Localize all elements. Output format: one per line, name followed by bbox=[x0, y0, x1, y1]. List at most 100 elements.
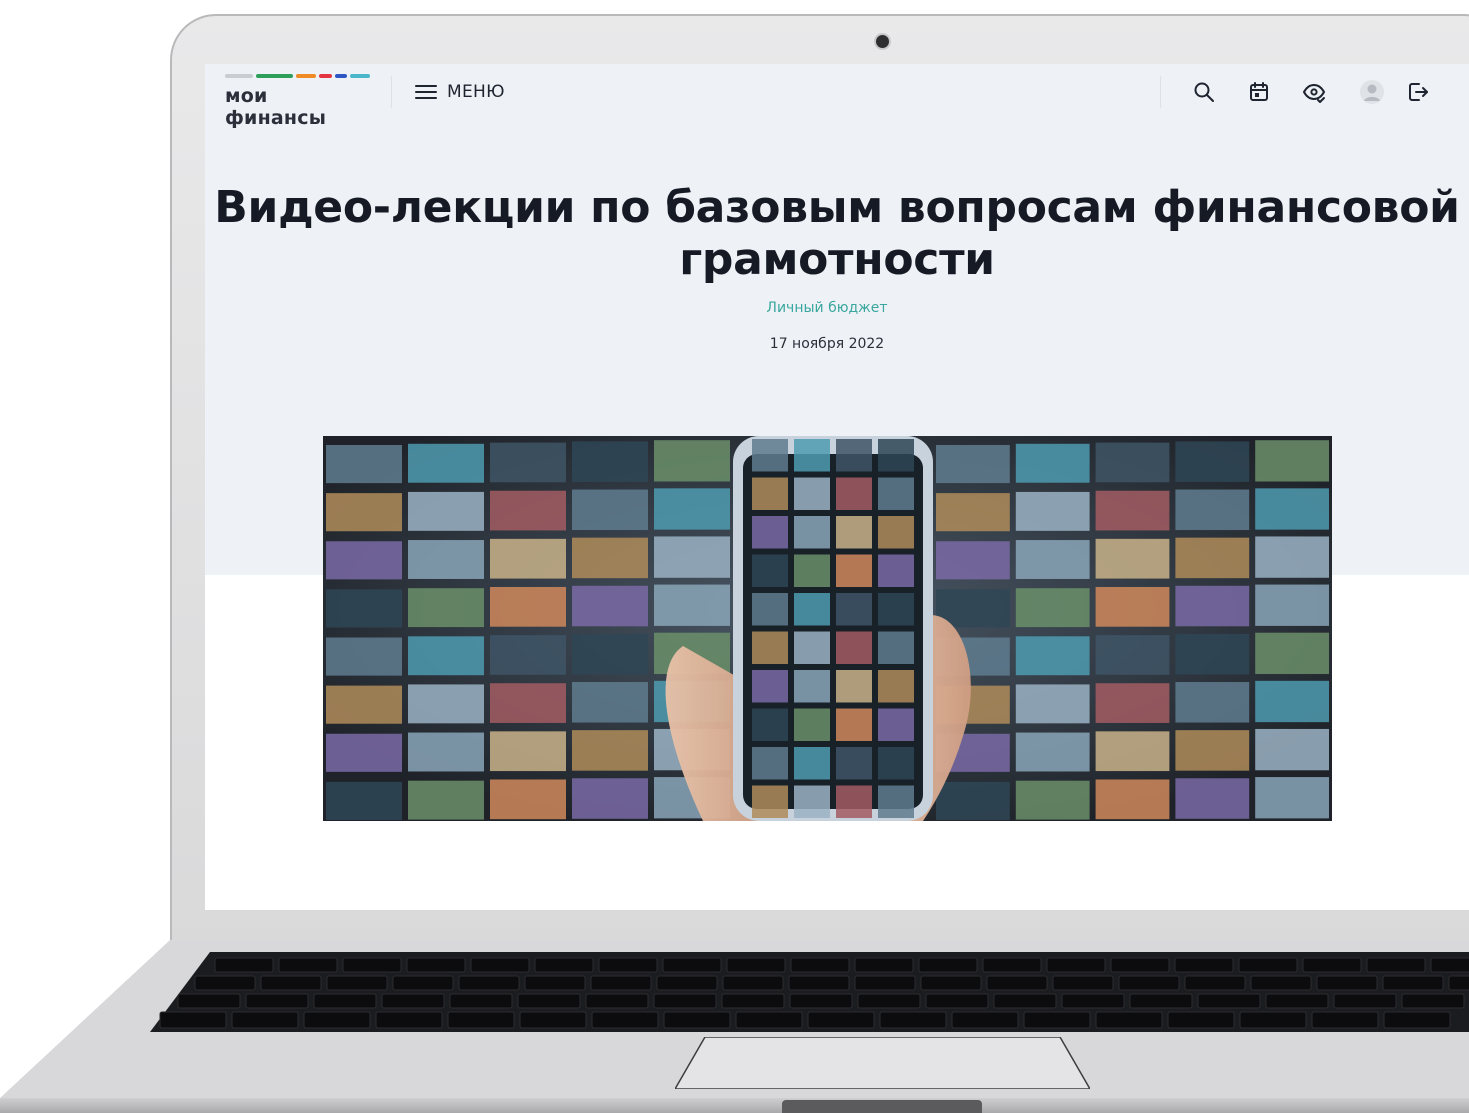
video-tile bbox=[1255, 632, 1329, 675]
avatar[interactable] bbox=[1357, 77, 1387, 107]
video-tile bbox=[936, 541, 1010, 580]
keyboard-key bbox=[214, 957, 274, 973]
video-tile bbox=[1015, 588, 1090, 628]
keyboard-key bbox=[1129, 993, 1193, 1009]
video-tile bbox=[1095, 635, 1170, 675]
keyboard-key bbox=[879, 1011, 947, 1029]
search-icon bbox=[1194, 82, 1214, 102]
keyboard-key bbox=[1239, 1011, 1307, 1029]
logout-button[interactable] bbox=[1403, 77, 1433, 107]
keyboard-key bbox=[656, 975, 718, 991]
video-tile bbox=[1255, 680, 1329, 723]
category-link[interactable]: Личный бюджет bbox=[205, 300, 1449, 316]
logo-bar bbox=[296, 74, 316, 78]
keyboard-key bbox=[458, 975, 520, 991]
video-tile bbox=[794, 708, 830, 741]
page-title-line: грамотности bbox=[679, 234, 995, 285]
video-tile bbox=[794, 670, 830, 703]
keyboard-key bbox=[789, 993, 853, 1009]
keyboard-key bbox=[1383, 1011, 1451, 1029]
search-button[interactable] bbox=[1189, 77, 1219, 107]
site-header: мои финансы МЕНЮ bbox=[205, 64, 1469, 129]
browser-screen: мои финансы МЕНЮ Видео-лекции по базовым… bbox=[205, 64, 1469, 910]
keyboard-key bbox=[260, 975, 322, 991]
video-tile bbox=[878, 708, 914, 741]
keyboard-key bbox=[918, 957, 978, 973]
keyboard-key bbox=[1118, 975, 1180, 991]
keyboard-key bbox=[1302, 957, 1362, 973]
video-tile bbox=[326, 493, 402, 532]
calendar-button[interactable] bbox=[1244, 77, 1274, 107]
keyboard-key bbox=[653, 993, 717, 1009]
keyboard-key bbox=[278, 957, 338, 973]
keyboard-key bbox=[1316, 975, 1378, 991]
video-tile bbox=[794, 554, 830, 587]
video-tile bbox=[1175, 489, 1250, 531]
video-tile bbox=[1015, 780, 1090, 820]
accessibility-button[interactable] bbox=[1299, 77, 1329, 107]
video-tile bbox=[490, 779, 566, 820]
keyboard-key bbox=[1250, 975, 1312, 991]
keyboard-key bbox=[1052, 975, 1114, 991]
keyboard-key bbox=[177, 993, 241, 1009]
keyboard-key bbox=[721, 993, 785, 1009]
video-tile bbox=[878, 554, 914, 587]
keyboard-key bbox=[854, 975, 916, 991]
video-tile bbox=[836, 670, 872, 703]
video-tile bbox=[878, 631, 914, 664]
video-tile bbox=[836, 631, 872, 664]
keyboard-key bbox=[517, 993, 581, 1009]
video-tile bbox=[1175, 633, 1250, 675]
video-tile bbox=[752, 477, 788, 510]
keyboard-key bbox=[1095, 1011, 1163, 1029]
video-tile bbox=[752, 747, 788, 780]
video-tile bbox=[408, 636, 484, 676]
video-tile bbox=[1175, 778, 1250, 819]
video-tile bbox=[752, 516, 788, 549]
video-tile bbox=[654, 488, 730, 530]
video-tile bbox=[326, 685, 402, 724]
video-tile bbox=[572, 730, 648, 771]
video-tile bbox=[836, 439, 872, 472]
keyboard-key bbox=[1430, 957, 1469, 973]
video-tile bbox=[408, 588, 484, 628]
menu-button[interactable]: МЕНЮ bbox=[415, 78, 505, 106]
video-tile bbox=[836, 593, 872, 626]
video-tile bbox=[1095, 779, 1170, 820]
keyboard-key bbox=[598, 957, 658, 973]
video-tile bbox=[490, 586, 566, 627]
header-divider bbox=[391, 76, 392, 108]
video-tile bbox=[490, 683, 566, 723]
video-tile bbox=[572, 682, 648, 723]
keyboard-key bbox=[449, 993, 513, 1009]
keyboard-key bbox=[519, 1011, 587, 1029]
logo-bar bbox=[255, 74, 293, 78]
keyboard-key bbox=[1110, 957, 1170, 973]
keyboard-key bbox=[342, 957, 402, 973]
video-tile bbox=[752, 631, 788, 664]
video-tile bbox=[326, 637, 402, 676]
video-tile bbox=[752, 593, 788, 626]
video-tile bbox=[1175, 537, 1250, 579]
keyboard-key bbox=[1238, 957, 1298, 973]
video-tile bbox=[752, 785, 788, 818]
video-tile bbox=[490, 538, 566, 579]
video-tile bbox=[794, 477, 830, 510]
video-tile bbox=[326, 733, 402, 772]
video-tile bbox=[654, 440, 730, 482]
user-avatar-icon bbox=[1360, 80, 1384, 104]
video-tile bbox=[752, 708, 788, 741]
keyboard-key bbox=[231, 1011, 299, 1029]
site-logo[interactable]: мои финансы bbox=[225, 74, 370, 129]
video-tile bbox=[794, 516, 830, 549]
keyboard-key bbox=[1401, 993, 1465, 1009]
video-tile bbox=[878, 785, 914, 818]
video-tile bbox=[794, 631, 830, 664]
video-tile bbox=[572, 633, 648, 675]
video-tile bbox=[936, 493, 1010, 532]
keyboard-key bbox=[662, 957, 722, 973]
video-tile bbox=[1175, 585, 1250, 627]
video-tile bbox=[1015, 540, 1090, 579]
video-tile bbox=[794, 593, 830, 626]
video-tile bbox=[490, 731, 566, 772]
